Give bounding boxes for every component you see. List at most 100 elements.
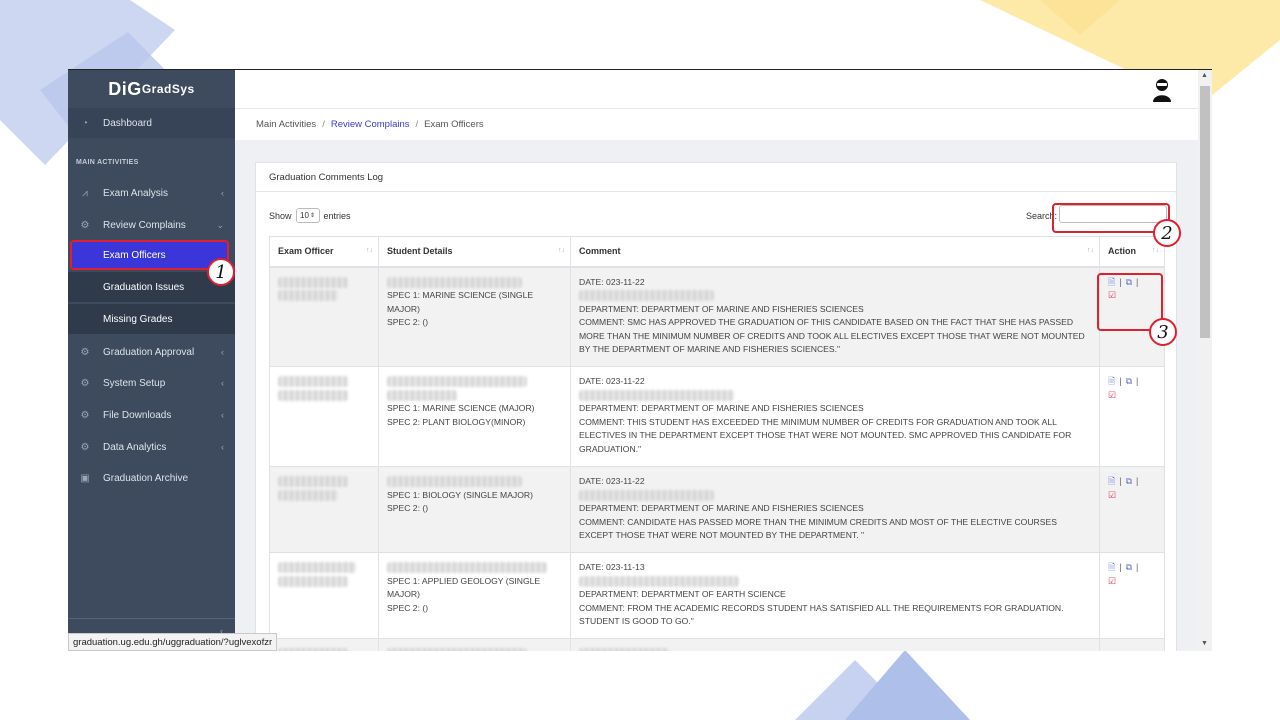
comment-department: DEPARTMENT: DEPARTMENT OF MARINE AND FIS… <box>579 303 864 314</box>
gear-icon: ⚙ <box>80 346 90 358</box>
comment-date: DATE: 023-11-13 <box>579 562 645 572</box>
copy-icon[interactable]: ⧉ <box>1126 562 1132 572</box>
breadcrumb-current: Exam Officers <box>424 119 484 130</box>
redacted-text <box>579 290 714 302</box>
redacted-text <box>579 575 739 587</box>
redacted-text <box>579 389 734 401</box>
chevron-left-icon: ‹ <box>221 347 224 357</box>
app-logo[interactable]: DiG GradSys <box>68 70 235 108</box>
breadcrumb-review-complains-link[interactable]: Review Complains <box>331 119 410 130</box>
sort-icon: ↑↓ <box>558 247 565 254</box>
sidebar-divider <box>68 618 235 619</box>
column-header-comment[interactable]: Comment ↑↓ <box>570 236 1100 268</box>
sidebar-subitem-label: Missing Grades <box>103 313 173 325</box>
sort-icon: ↑↓ <box>366 247 373 254</box>
chevron-left-icon: ‹ <box>221 188 224 198</box>
chevron-left-icon: ‹ <box>221 442 224 452</box>
sidebar-item-data-analytics[interactable]: ⚙ Data Analytics ‹ <box>68 432 235 462</box>
exam-officer-cell <box>269 552 379 639</box>
sidebar-item-label: Data Analytics <box>103 441 167 453</box>
student-details-cell <box>378 638 571 651</box>
action-cell <box>1099 638 1165 651</box>
breadcrumb-root[interactable]: Main Activities <box>256 119 316 130</box>
scrollbar-thumb[interactable] <box>1200 86 1210 338</box>
sidebar-item-label: Graduation Archive <box>103 472 189 484</box>
redacted-text <box>278 476 348 488</box>
approve-checkbox-icon[interactable]: ☑ <box>1108 490 1116 500</box>
sidebar-item-label: System Setup <box>103 377 166 389</box>
sidebar-subitem-exam-officers[interactable]: Exam Officers <box>70 240 229 270</box>
sidebar-item-file-downloads[interactable]: ⚙ File Downloads ‹ <box>68 400 235 430</box>
redacted-text <box>387 376 527 388</box>
scroll-up-arrow-icon[interactable]: ▲ <box>1201 72 1208 79</box>
redacted-text <box>387 476 522 488</box>
entries-label: entries <box>323 210 351 221</box>
comment-text: COMMENT: THIS STUDENT HAS EXCEEDED THE M… <box>579 416 1072 454</box>
redacted-text <box>278 389 348 401</box>
scroll-down-arrow-icon[interactable]: ▼ <box>1201 640 1208 647</box>
sidebar-item-label: Dashboard <box>103 117 152 129</box>
sidebar-item-dashboard[interactable]: ◔ Dashboard <box>68 108 235 138</box>
comment-department: DEPARTMENT: DEPARTMENT OF MARINE AND FIS… <box>579 403 864 414</box>
redacted-text <box>278 276 348 288</box>
sidebar-item-review-complains[interactable]: ⚙ Review Complains ⌄ <box>68 210 235 240</box>
column-header-exam-officer[interactable]: Exam Officer ↑↓ <box>269 236 379 268</box>
chevron-left-icon: ‹ <box>221 410 224 420</box>
comment-text: COMMENT: SMC HAS APPROVED THE GRADUATION… <box>579 317 1085 355</box>
comment-text: COMMENT: FROM THE ACADEMIC RECORDS STUDE… <box>579 602 1064 627</box>
student-details-cell: SPEC 1: BIOLOGY (SINGLE MAJOR) SPEC 2: () <box>378 466 571 553</box>
sort-icon: ↑↓ <box>1152 247 1159 254</box>
archive-icon: ▣ <box>80 472 90 484</box>
callout-number-1: 1 <box>207 258 235 286</box>
action-cell: 🗎 | ⧉ | ☑ <box>1099 366 1165 467</box>
breadcrumb-separator: / <box>415 119 419 130</box>
sidebar-subitem-missing-grades[interactable]: Missing Grades <box>68 304 235 334</box>
status-bar-url: graduation.ug.edu.gh/uggraduation/?uglve… <box>68 633 278 651</box>
entries-per-page-select[interactable]: 10 ⇕ <box>295 208 320 223</box>
table-row <box>269 638 1165 651</box>
gear-icon: ⚙ <box>80 219 90 231</box>
sidebar-item-label: Review Complains <box>103 219 186 231</box>
breadcrumb: Main Activities / Review Complains / Exa… <box>235 108 1198 140</box>
redacted-text <box>387 276 522 288</box>
comment-date: DATE: 023-11-22 <box>579 476 645 486</box>
copy-icon[interactable]: ⧉ <box>1126 476 1132 486</box>
dashboard-gauge-icon: ◔ <box>81 117 89 129</box>
browser-viewport: DiG GradSys ◔ Dashboard MAIN ACTIVITIES ⩘… <box>68 69 1212 651</box>
comment-cell <box>570 638 1100 651</box>
comment-cell: DATE: 023-11-22 DEPARTMENT: DEPARTMENT OF… <box>570 466 1100 553</box>
decor-blue-diamonds-bottom <box>795 650 970 720</box>
show-label: Show <box>269 210 292 221</box>
sidebar-item-graduation-approval[interactable]: ⚙ Graduation Approval ‹ <box>68 337 235 367</box>
select-arrows-icon: ⇕ <box>309 213 315 219</box>
gear-icon: ⚙ <box>80 377 90 389</box>
sort-icon: ↑↓ <box>1087 247 1094 254</box>
table-row: SPEC 1: APPLIED GEOLOGY (SINGLE MAJOR) SP… <box>269 552 1165 639</box>
vertical-scrollbar[interactable]: ▲ ▼ <box>1198 70 1212 651</box>
sidebar-item-exam-analysis[interactable]: ⩘ Exam Analysis ‹ <box>68 178 235 208</box>
spec1-text: SPEC 1: MARINE SCIENCE (MAJOR) <box>387 403 535 414</box>
comment-cell: DATE: 023-11-22 DEPARTMENT: DEPARTMENT OF… <box>570 266 1100 367</box>
redacted-text <box>387 562 547 574</box>
chevron-down-icon: ⌄ <box>216 219 224 230</box>
copy-icon[interactable]: ⧉ <box>1126 376 1132 386</box>
spec1-text: SPEC 1: APPLIED GEOLOGY (SINGLE MAJOR) <box>387 575 541 600</box>
sidebar-item-system-setup[interactable]: ⚙ System Setup ‹ <box>68 368 235 398</box>
exam-officer-cell <box>269 366 379 467</box>
view-document-icon[interactable]: 🗎 <box>1108 562 1115 572</box>
approve-checkbox-icon[interactable]: ☑ <box>1108 390 1116 400</box>
sidebar-subitem-label: Exam Officers <box>103 249 166 261</box>
sidebar-item-graduation-archive[interactable]: ▣ Graduation Archive <box>68 463 235 493</box>
redacted-text <box>387 648 527 651</box>
redacted-text <box>278 290 338 302</box>
action-cell: 🗎 | ⧉ | ☑ <box>1099 466 1165 553</box>
view-document-icon[interactable]: 🗎 <box>1108 476 1115 486</box>
user-avatar-icon[interactable] <box>1152 78 1172 102</box>
student-details-cell: SPEC 1: APPLIED GEOLOGY (SINGLE MAJOR) SP… <box>378 552 571 639</box>
gear-icon: ⚙ <box>80 409 90 421</box>
approve-checkbox-icon[interactable]: ☑ <box>1108 576 1116 586</box>
table-row: SPEC 1: MARINE SCIENCE (MAJOR) SPEC 2: PL… <box>269 366 1165 467</box>
column-header-student-details[interactable]: Student Details ↑↓ <box>378 236 571 268</box>
view-document-icon[interactable]: 🗎 <box>1108 376 1115 386</box>
redacted-text <box>278 562 356 574</box>
